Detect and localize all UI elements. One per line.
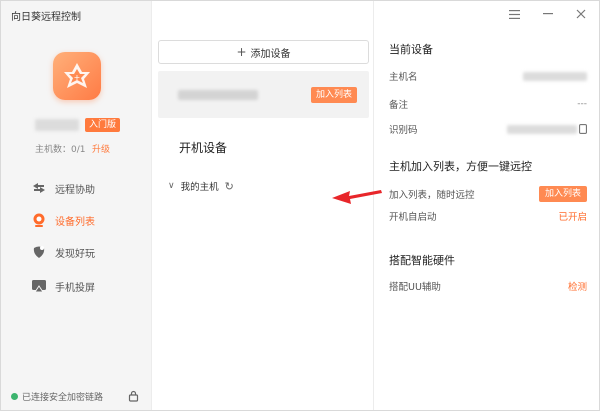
note-row: 备注 --- bbox=[389, 96, 587, 112]
chevron-down-icon: ∨ bbox=[168, 181, 175, 191]
nav-item-remote-assist[interactable]: 远程协助 bbox=[31, 178, 95, 198]
sunflower-logo-icon: + bbox=[64, 63, 90, 88]
note-label: 备注 bbox=[389, 100, 409, 111]
my-host-label: 我的主机 bbox=[180, 182, 219, 193]
add-device-button[interactable]: + 添加设备 bbox=[158, 40, 369, 64]
detail-panel: 当前设备 主机名 备注 --- 识别码 主机加入列表，方便一键远控 加入列表，随… bbox=[375, 1, 600, 410]
copy-icon[interactable] bbox=[579, 124, 587, 134]
autostart-status[interactable]: 已开启 bbox=[558, 209, 587, 223]
refresh-icon[interactable]: ↻ bbox=[225, 180, 234, 193]
screen-cast-icon bbox=[31, 278, 47, 294]
status-text: 已连接安全加密链路 bbox=[22, 393, 104, 403]
add-to-list-label: 加入列表，随时远控 bbox=[389, 190, 475, 201]
annotation-arrow-icon bbox=[332, 190, 382, 204]
menu-icon[interactable] bbox=[506, 6, 522, 22]
note-value[interactable]: --- bbox=[577, 99, 587, 109]
hardware-title: 搭配智能硬件 bbox=[389, 254, 455, 267]
my-host-group[interactable]: ∨ 我的主机 ↻ bbox=[168, 179, 234, 194]
current-device-title: 当前设备 bbox=[389, 43, 433, 56]
device-add-to-list-button[interactable]: 加入列表 bbox=[311, 87, 358, 103]
autostart-label: 开机自启动 bbox=[389, 212, 437, 223]
device-id-blurred bbox=[507, 124, 577, 134]
host-count: 主机数：0/1 bbox=[35, 145, 86, 155]
plus-icon: + bbox=[236, 45, 247, 59]
nav-item-device-list[interactable]: 设备列表 bbox=[31, 210, 95, 230]
remote-assist-icon bbox=[31, 180, 47, 196]
lock-icon[interactable] bbox=[128, 390, 139, 405]
device-panel: + 添加设备 加入列表 开机设备 ∨ 我的主机 ↻ bbox=[152, 1, 374, 410]
minimize-icon[interactable] bbox=[540, 6, 556, 22]
status-dot-icon bbox=[11, 393, 18, 400]
join-list-title: 主机加入列表，方便一键远控 bbox=[389, 160, 532, 173]
nav-item-screen-cast[interactable]: 手机投屏 bbox=[31, 276, 95, 296]
connection-status: 已连接安全加密链路 bbox=[11, 390, 103, 403]
uu-detect-link[interactable]: 检测 bbox=[568, 279, 587, 293]
sidebar: 向日葵远程控制 + 入门版 主机数：0/1 升级 远程协助 设备列表 发现好玩 … bbox=[1, 1, 152, 410]
host-name-blurred bbox=[523, 71, 587, 81]
uu-assist-label: 搭配UU辅助 bbox=[389, 282, 441, 293]
upgrade-link[interactable]: 升级 bbox=[92, 142, 110, 155]
app-window: 向日葵远程控制 + 入门版 主机数：0/1 升级 远程协助 设备列表 发现好玩 … bbox=[0, 0, 600, 411]
nav-label: 远程协助 bbox=[55, 184, 95, 196]
nav-label: 发现好玩 bbox=[55, 248, 95, 260]
section-title-boot-devices: 开机设备 bbox=[179, 141, 228, 155]
autostart-row: 开机自启动 已开启 bbox=[389, 208, 587, 224]
svg-text:+: + bbox=[74, 73, 81, 82]
add-to-list-button[interactable]: 加入列表 bbox=[538, 186, 587, 202]
host-name-label: 主机名 bbox=[389, 72, 418, 83]
device-list-icon bbox=[31, 212, 47, 228]
nav-label: 设备列表 bbox=[55, 216, 95, 228]
uu-assist-row: 搭配UU辅助 检测 bbox=[389, 278, 587, 294]
nav-item-discover[interactable]: 发现好玩 bbox=[31, 242, 95, 262]
add-device-label: 添加设备 bbox=[250, 48, 291, 60]
avatar[interactable]: + bbox=[53, 52, 101, 100]
edition-badge: 入门版 bbox=[85, 118, 121, 132]
host-name-row: 主机名 bbox=[389, 68, 587, 84]
username-blurred bbox=[35, 119, 79, 131]
discover-icon bbox=[31, 244, 47, 260]
app-title: 向日葵远程控制 bbox=[11, 12, 81, 23]
device-name-blurred bbox=[178, 90, 258, 100]
close-icon[interactable] bbox=[573, 6, 589, 22]
device-id-row: 识别码 bbox=[389, 121, 587, 137]
nav-label: 手机投屏 bbox=[55, 282, 95, 294]
add-to-list-row: 加入列表，随时远控 加入列表 bbox=[389, 186, 587, 202]
device-id-label: 识别码 bbox=[389, 125, 418, 136]
device-card[interactable]: 加入列表 bbox=[158, 71, 369, 118]
